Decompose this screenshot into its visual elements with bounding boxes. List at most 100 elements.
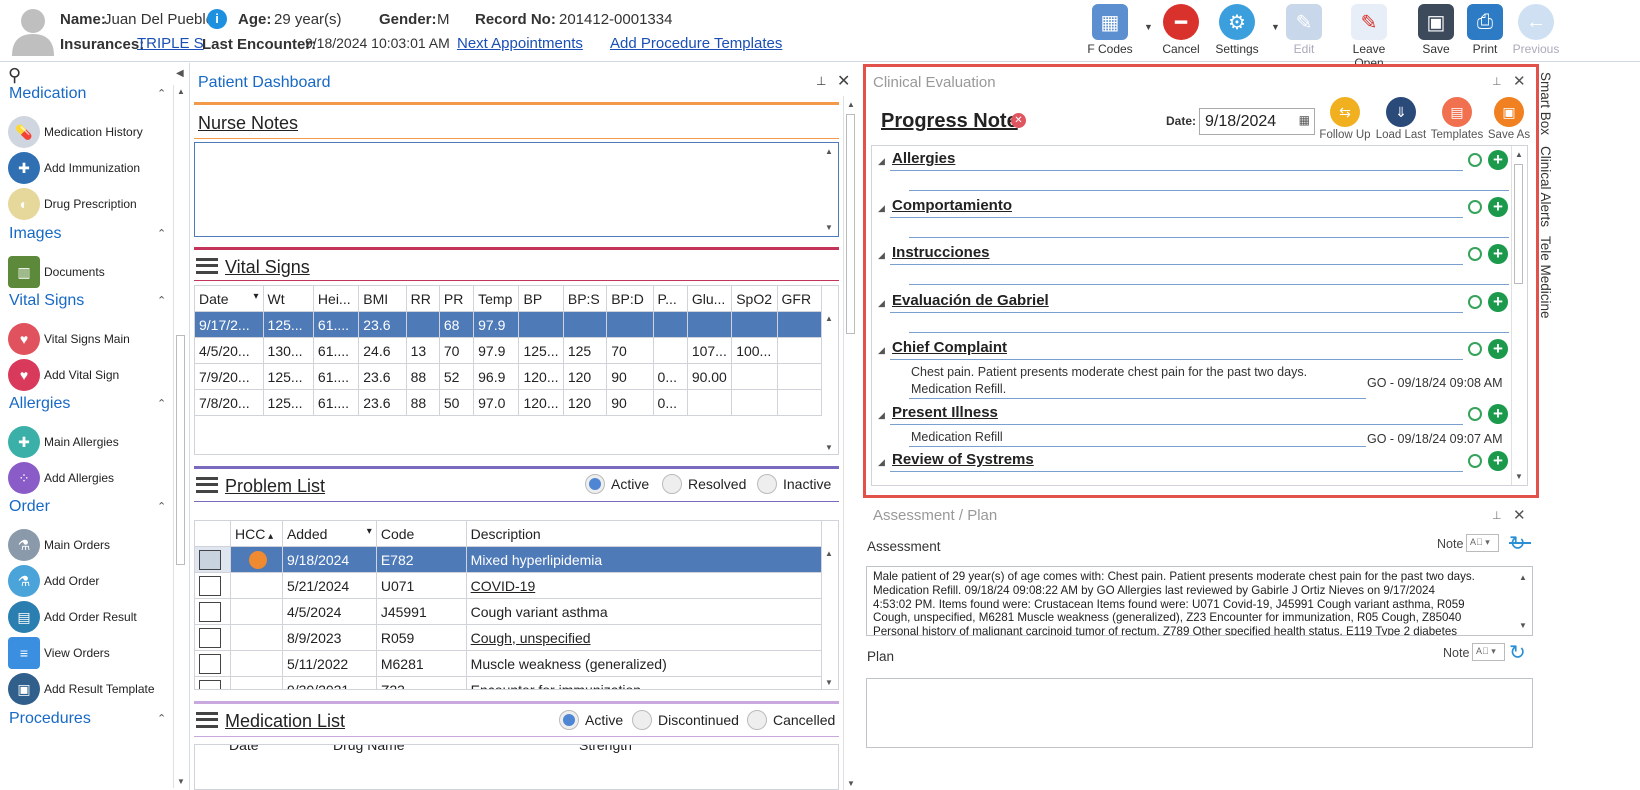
scroll-up-icon[interactable]: ▲ bbox=[822, 314, 836, 323]
scroll-down-icon[interactable]: ▼ bbox=[822, 223, 836, 232]
row-checkbox-cell[interactable] bbox=[195, 676, 231, 689]
alarm-clock-icon[interactable] bbox=[1468, 342, 1482, 356]
sidebar-item-vital-signs-main[interactable]: ♥ Vital Signs Main bbox=[8, 322, 130, 356]
section-expand-icon[interactable]: ◢ bbox=[878, 250, 885, 261]
save-as-button[interactable]: ▣ Save As bbox=[1481, 97, 1537, 141]
note-section-title[interactable]: Chief Complaint bbox=[892, 339, 1007, 356]
alarm-clock-icon[interactable] bbox=[1468, 247, 1482, 261]
scroll-down-icon[interactable]: ▼ bbox=[844, 779, 858, 788]
remove-note-icon[interactable]: ✕ bbox=[1011, 113, 1026, 128]
scroll-up-icon[interactable]: ▲ bbox=[844, 100, 858, 109]
radio-med-active[interactable]: Active bbox=[559, 710, 623, 730]
dashboard-scrollbar[interactable]: ▲ ▼ bbox=[843, 96, 857, 790]
sidebar-item-add-immunization[interactable]: ✚ Add Immunization bbox=[8, 151, 140, 185]
row-checkbox[interactable] bbox=[199, 679, 221, 689]
column-header[interactable]: BP bbox=[518, 286, 564, 312]
sidebar-item-drug-prescription[interactable]: ◐ Drug Prescription bbox=[8, 187, 137, 221]
table-row[interactable]: 9/30/2021 Z23 Encounter for immunization bbox=[195, 676, 823, 689]
row-checkbox[interactable] bbox=[199, 601, 221, 622]
section-procedures[interactable]: Procedures ⌃ bbox=[9, 710, 166, 728]
table-row[interactable]: 4/5/2024 J45991 Cough variant asthma bbox=[195, 598, 823, 625]
sidebar-item-add-vital-sign[interactable]: ♥ Add Vital Sign bbox=[8, 358, 119, 392]
column-header[interactable]: Glu... bbox=[686, 286, 733, 312]
note-section-title[interactable]: Comportamiento bbox=[892, 197, 1012, 214]
leave-open-button[interactable]: ✎ Leave Open bbox=[1339, 4, 1399, 70]
table-row[interactable]: 7/8/20... 125... 61.... 23.6 88 50 97.0 120... 1… bbox=[195, 389, 823, 416]
pin-icon[interactable]: ⊥ bbox=[816, 74, 826, 88]
previous-button[interactable]: ← Previous bbox=[1506, 4, 1566, 56]
column-header[interactable]: Added ▾ bbox=[281, 521, 377, 547]
column-header[interactable]: Code bbox=[375, 521, 467, 547]
row-checkbox[interactable] bbox=[199, 549, 221, 570]
section-expand-icon[interactable]: ◢ bbox=[878, 457, 885, 468]
alarm-clock-icon[interactable] bbox=[1468, 153, 1482, 167]
follow-up-button[interactable]: ⇆ Follow Up bbox=[1317, 97, 1373, 141]
radio-inactive[interactable]: Inactive bbox=[757, 474, 831, 494]
add-entry-icon[interactable]: + bbox=[1488, 339, 1508, 359]
insurance-link[interactable]: TRIPLE S bbox=[137, 35, 204, 52]
close-icon[interactable]: ✕ bbox=[1513, 72, 1526, 90]
column-header-strength[interactable]: Strength bbox=[579, 745, 632, 753]
edit-button[interactable]: ✎ Edit bbox=[1274, 4, 1334, 56]
column-header[interactable]: BP:S bbox=[562, 286, 608, 312]
row-checkbox[interactable] bbox=[199, 575, 221, 596]
row-checkbox[interactable] bbox=[199, 653, 221, 674]
note-scroll-thumb[interactable] bbox=[1514, 164, 1523, 284]
scroll-down-icon[interactable]: ▼ bbox=[822, 443, 836, 452]
column-header[interactable]: BMI bbox=[358, 286, 407, 312]
tab-smart-box[interactable]: Smart Box bbox=[1538, 72, 1553, 135]
table-row[interactable]: 8/9/2023 R059 Cough, unspecified bbox=[195, 624, 823, 651]
description-cell[interactable]: COVID-19 bbox=[465, 572, 823, 599]
add-entry-icon[interactable]: + bbox=[1488, 150, 1508, 170]
column-header[interactable]: P... bbox=[652, 286, 688, 312]
load-last-button[interactable]: ⇓ Load Last bbox=[1373, 97, 1429, 141]
column-header[interactable]: HCC ▴ bbox=[229, 521, 283, 547]
alarm-clock-icon[interactable] bbox=[1468, 454, 1482, 468]
chevron-up-icon[interactable]: ⌃ bbox=[157, 397, 166, 410]
table-row[interactable]: 5/21/2024 U071 COVID-19 bbox=[195, 572, 823, 599]
column-header[interactable]: GFR bbox=[776, 286, 823, 312]
sidebar-item-view-orders[interactable]: ≡ View Orders bbox=[8, 636, 110, 670]
pin-icon[interactable]: ⊥ bbox=[1492, 509, 1502, 522]
alarm-clock-icon[interactable] bbox=[1468, 407, 1482, 421]
scroll-down-icon[interactable]: ▼ bbox=[1512, 472, 1526, 481]
column-header[interactable]: RR bbox=[405, 286, 440, 312]
sidebar-item-add-result-template[interactable]: ▣ Add Result Template bbox=[8, 672, 155, 706]
table-row[interactable]: 4/5/20... 130... 61.... 24.6 13 70 97.9 125... 1… bbox=[195, 337, 823, 364]
column-header[interactable]: BP:D bbox=[606, 286, 654, 312]
alarm-clock-icon[interactable] bbox=[1468, 200, 1482, 214]
table-row[interactable]: 9/18/2024 E782 Mixed hyperlipidemia bbox=[195, 546, 823, 573]
scroll-down-icon[interactable]: ▼ bbox=[822, 678, 836, 687]
sidebar-item-main-allergies[interactable]: ✚ Main Allergies bbox=[8, 425, 119, 459]
sidebar-scroll-thumb[interactable] bbox=[176, 335, 185, 565]
sort-dropdown-icon[interactable]: ▾ bbox=[254, 291, 259, 302]
scroll-up-icon[interactable]: ▲ bbox=[822, 549, 836, 558]
sidebar-item-add-allergies[interactable]: ⁘ Add Allergies bbox=[8, 461, 114, 495]
row-checkbox-cell[interactable] bbox=[195, 572, 231, 599]
close-icon[interactable]: ✕ bbox=[1513, 506, 1526, 524]
sidebar-scrollbar[interactable]: ▲ ▼ bbox=[173, 85, 187, 788]
column-header[interactable]: PR bbox=[438, 286, 475, 312]
chevron-up-icon[interactable]: ⌃ bbox=[157, 294, 166, 307]
scroll-up-icon[interactable]: ▲ bbox=[822, 147, 836, 156]
nurse-notes-textarea[interactable]: ▲ ▼ bbox=[194, 142, 839, 237]
row-checkbox-cell[interactable] bbox=[195, 650, 231, 677]
menu-icon[interactable] bbox=[196, 712, 218, 728]
radio-circle[interactable] bbox=[559, 710, 579, 730]
date-input[interactable]: 9/18/2024 ▦ bbox=[1199, 108, 1315, 135]
table-row[interactable]: 9/17/2... 125... 61.... 23.6 68 97.9 bbox=[195, 311, 823, 338]
chevron-up-icon[interactable]: ⌃ bbox=[157, 500, 166, 513]
section-order[interactable]: Order ⌃ bbox=[9, 498, 166, 516]
tab-clinical-alerts[interactable]: Clinical Alerts bbox=[1538, 146, 1553, 227]
radio-circle[interactable] bbox=[632, 710, 652, 730]
section-vital-signs[interactable]: Vital Signs ⌃ bbox=[9, 292, 166, 310]
radio-active[interactable]: Active bbox=[585, 474, 649, 494]
dashboard-scroll-thumb[interactable] bbox=[846, 114, 855, 334]
note-section-title[interactable]: Review of Systrems bbox=[892, 451, 1034, 468]
note-section-title[interactable]: Evaluación de Gabriel bbox=[892, 292, 1049, 309]
chevron-up-icon[interactable]: ⌃ bbox=[157, 227, 166, 240]
radio-circle[interactable] bbox=[662, 474, 682, 494]
scroll-down-icon[interactable]: ▼ bbox=[174, 777, 188, 786]
alarm-clock-icon[interactable] bbox=[1468, 295, 1482, 309]
add-entry-icon[interactable]: + bbox=[1488, 404, 1508, 424]
